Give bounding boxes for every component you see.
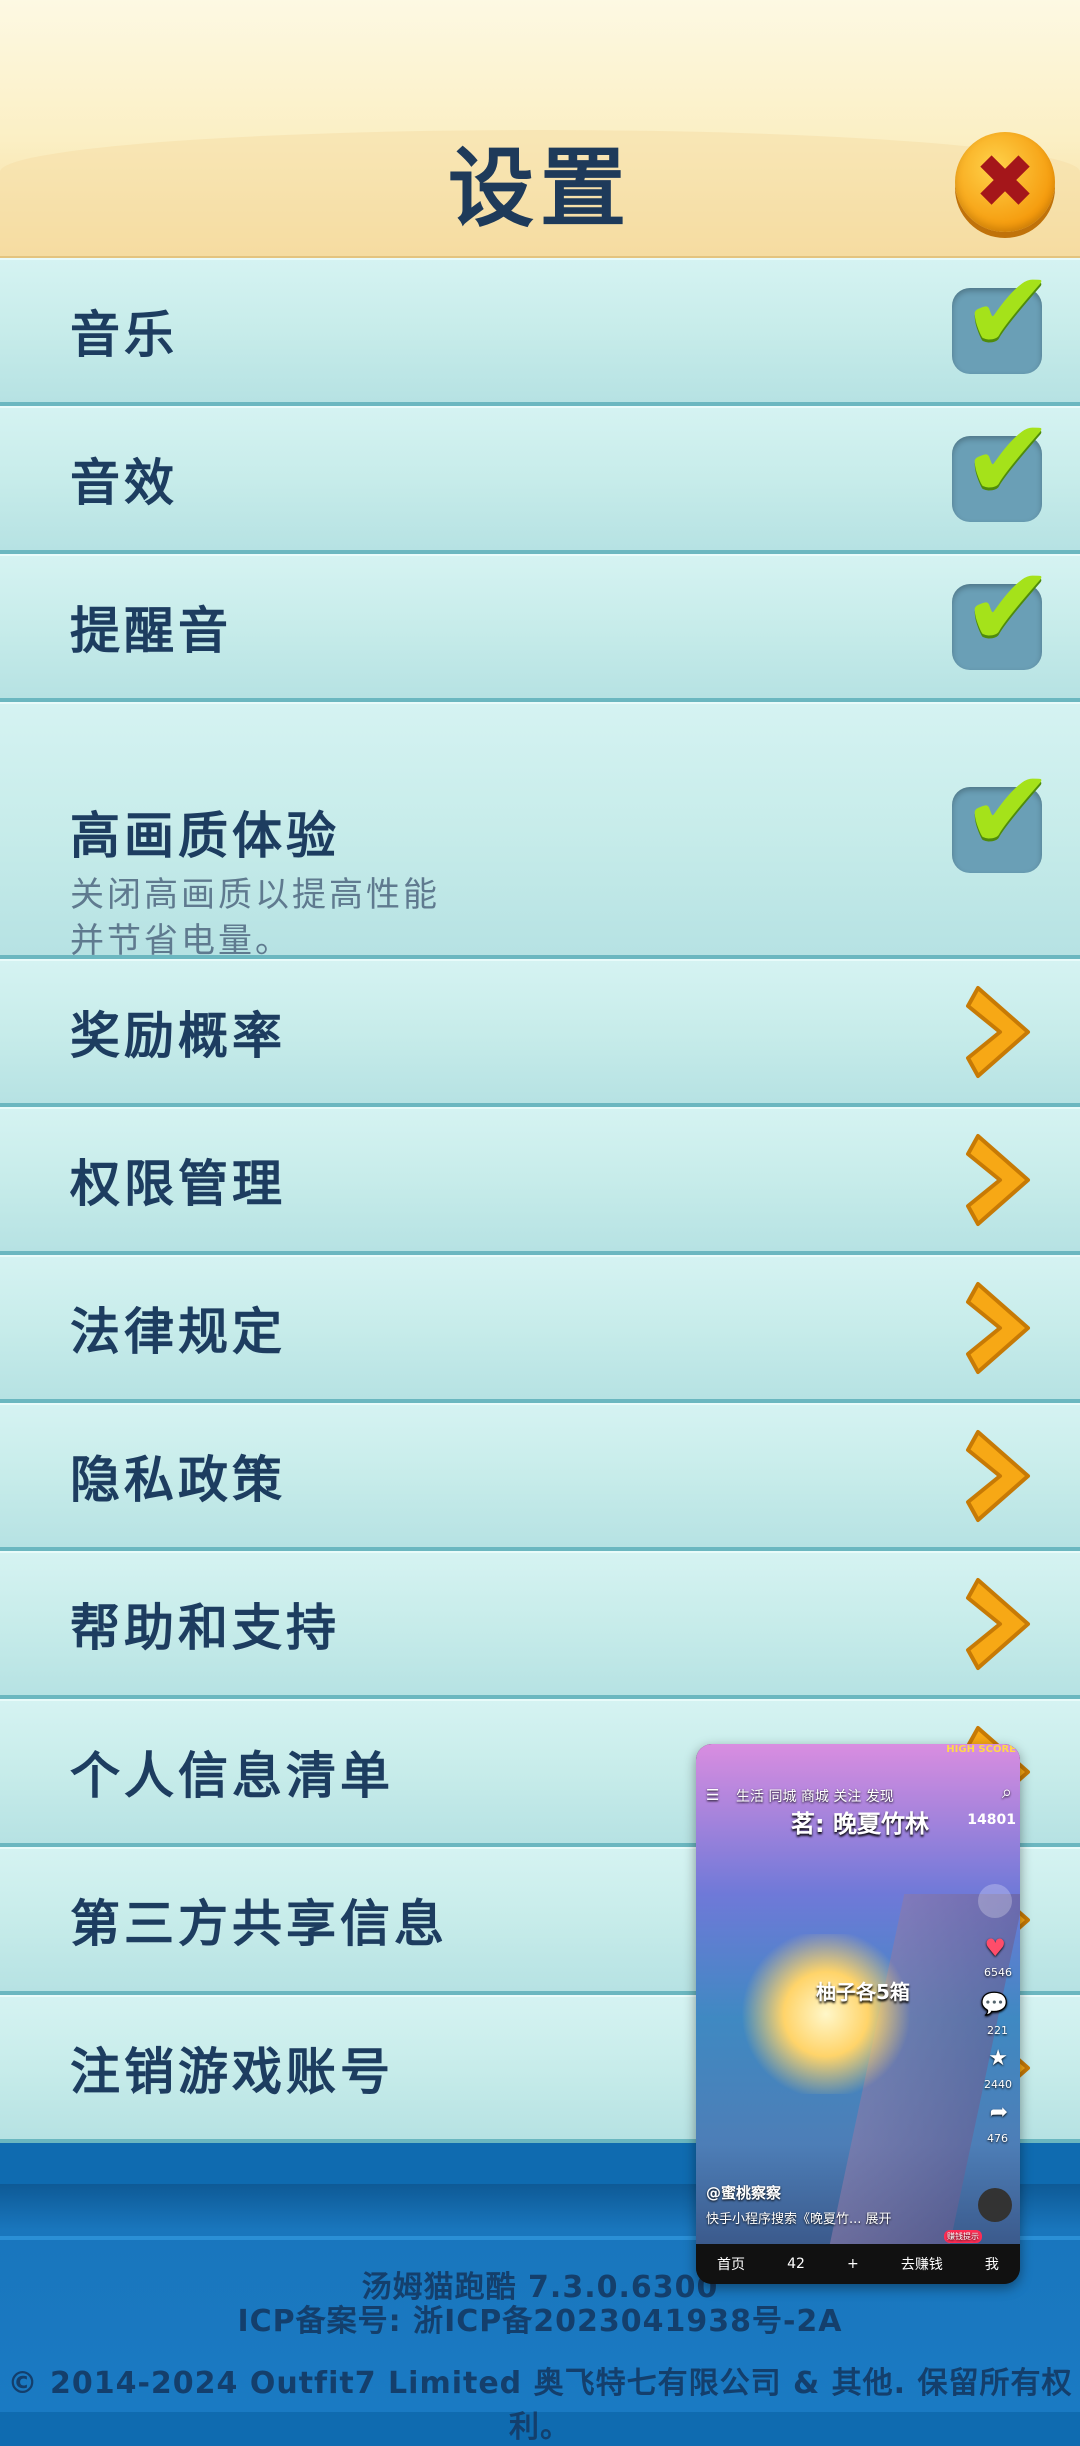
likes-count: 6546 [984, 1966, 1012, 1979]
checkmark-icon: ✔ [962, 247, 1055, 375]
link-label: 隐私政策 [70, 1451, 286, 1509]
setting-label: 高画质体验 [70, 807, 340, 865]
sound-effects-checkbox[interactable]: ✔ [952, 404, 1054, 522]
checkmark-icon: ✔ [962, 745, 1055, 874]
setting-description-line: 并节省电量。 [70, 921, 292, 961]
setting-row-music[interactable]: 音乐 ✔ [0, 256, 1080, 406]
score-value: 14801 [967, 1812, 1016, 1828]
setting-description: 关闭高画质以提高性能 并节省电量。 [70, 872, 440, 964]
link-row-help[interactable]: 帮助和支持 [0, 1551, 1080, 1699]
music-disc-icon[interactable] [978, 2188, 1012, 2222]
link-label: 注销游戏账号 [70, 2043, 394, 2101]
link-label: 帮助和支持 [70, 1599, 340, 1657]
music-checkbox[interactable]: ✔ [952, 256, 1054, 374]
high-quality-checkbox[interactable]: ✔ [952, 755, 1054, 873]
video-burst-graphic [736, 1934, 916, 2094]
chevron-right-icon [966, 986, 1030, 1078]
star-icon[interactable]: ★ [988, 2046, 1008, 2071]
link-row-legal[interactable]: 法律规定 [0, 1255, 1080, 1403]
nav-create-button[interactable]: + [847, 2256, 859, 2272]
setting-row-notification-sound[interactable]: 提醒音 ✔ [0, 552, 1080, 702]
comment-icon[interactable]: 💬 [981, 1992, 1008, 2017]
link-label: 权限管理 [70, 1155, 286, 1213]
nav-earn[interactable]: 去赚钱 [901, 2254, 943, 2274]
settings-header: 设置 ✖ [0, 0, 1080, 260]
menu-icon[interactable]: ☰ [706, 1786, 719, 1804]
notification-sound-checkbox[interactable]: ✔ [952, 552, 1054, 670]
floating-video-window[interactable]: ☰ 生活 同城 商城 关注 发现 HIGH SCORE ⌕ 14801 茗: 晚… [696, 1744, 1020, 2284]
copyright-text: © 2014-2024 Outfit7 Limited 奥飞特七有限公司 & 其… [7, 2366, 1073, 2445]
shares-count: 476 [987, 2132, 1008, 2145]
video-title-overlay: 茗: 晚夏竹林 [791, 1810, 929, 1838]
video-author[interactable]: @蜜桃察察 [706, 2182, 781, 2203]
setting-label: 提醒音 [70, 602, 232, 660]
video-caption[interactable]: 快手小程序搜索《晚夏竹... 展开 [706, 2208, 892, 2227]
search-icon[interactable]: ⌕ [1002, 1782, 1012, 1803]
link-label: 第三方共享信息 [70, 1895, 448, 1953]
video-tabs[interactable]: 生活 同城 商城 关注 发现 [736, 1786, 894, 1806]
link-label: 个人信息清单 [70, 1747, 394, 1805]
link-row-privacy[interactable]: 隐私政策 [0, 1403, 1080, 1551]
link-label: 法律规定 [70, 1303, 286, 1361]
setting-label: 音乐 [70, 306, 178, 364]
close-button[interactable]: ✖ [955, 132, 1055, 232]
setting-row-high-quality[interactable]: 高画质体验 关闭高画质以提高性能 并节省电量。 ✔ [0, 702, 1080, 961]
link-row-reward-odds[interactable]: 奖励概率 [0, 959, 1080, 1107]
nav-notifications-badge[interactable]: 42 [787, 2256, 805, 2272]
nav-home[interactable]: 首页 [717, 2254, 745, 2274]
page-title: 设置 [448, 139, 632, 239]
icp-text: ICP备案号: 浙ICP备2023041938号-2A [237, 2304, 843, 2339]
comments-count: 221 [987, 2024, 1008, 2037]
chevron-right-icon [966, 1578, 1030, 1670]
high-score-label: HIGH SCORE [946, 1744, 1016, 1755]
nav-me[interactable]: 我 [985, 2254, 999, 2274]
chevron-right-icon [966, 1282, 1030, 1374]
checkmark-icon: ✔ [962, 395, 1055, 523]
avatar[interactable] [978, 1884, 1012, 1918]
stars-count: 2440 [984, 2078, 1012, 2091]
share-icon[interactable]: ➦ [990, 2100, 1008, 2125]
heart-icon[interactable]: ♥ [984, 1934, 1006, 1962]
setting-row-sound-effects[interactable]: 音效 ✔ [0, 404, 1080, 554]
earn-badge: 赚钱提示 [944, 2230, 982, 2243]
chevron-right-icon [966, 1430, 1030, 1522]
link-row-permissions[interactable]: 权限管理 [0, 1107, 1080, 1255]
checkmark-icon: ✔ [962, 543, 1055, 671]
video-bottom-nav: 首页 42 + 去赚钱 我 [696, 2244, 1020, 2284]
chevron-right-icon [966, 1134, 1030, 1226]
link-label: 奖励概率 [70, 1007, 286, 1065]
setting-description-line: 关闭高画质以提高性能 [70, 875, 440, 915]
setting-label: 音效 [70, 454, 178, 512]
video-mid-overlay: 柚子各5箱 [816, 1980, 910, 2004]
close-x-icon: ✖ [973, 139, 1036, 225]
